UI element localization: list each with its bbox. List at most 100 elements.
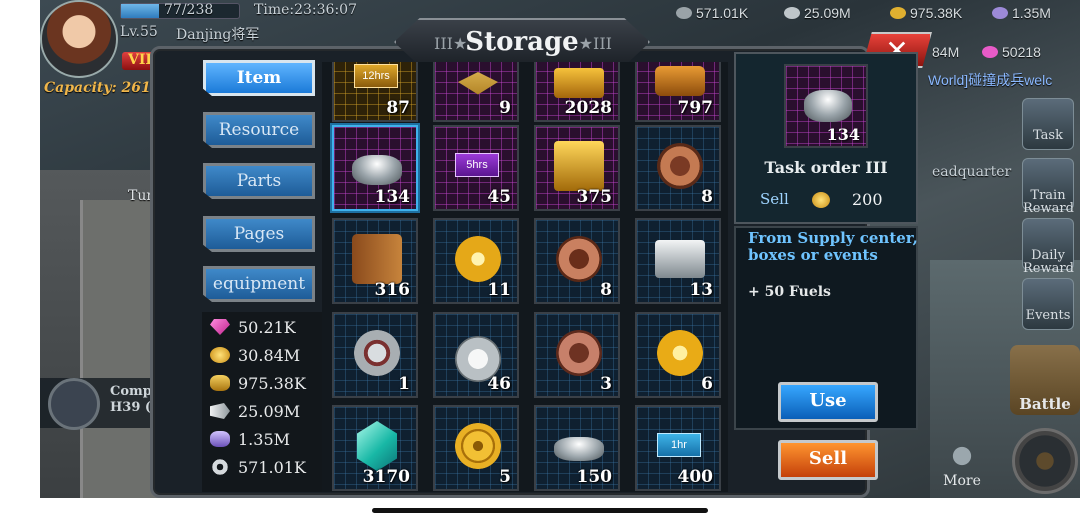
speedup-5hrs-icon: 5hrs: [455, 153, 499, 177]
tab-resource[interactable]: Resource: [203, 112, 315, 148]
item-quantity: 400: [677, 467, 714, 487]
more-button[interactable]: More: [932, 435, 992, 495]
battle-button[interactable]: Battle: [1010, 345, 1080, 415]
storage-title-bar: III★ Storage ★III: [394, 18, 650, 66]
item-quantity: 797: [677, 98, 714, 118]
gold-coins-icon: [210, 347, 230, 363]
item-slot[interactable]: 11: [433, 218, 519, 304]
silver-coins-icon: [352, 155, 402, 185]
diamond-icon: [982, 46, 998, 58]
item-slot[interactable]: 2028: [534, 62, 620, 122]
top-gear-resource: 571.01K: [676, 5, 748, 21]
book-icon: [352, 234, 402, 284]
item-quantity: 3170: [362, 467, 410, 487]
tab-equipment[interactable]: equipment: [203, 266, 315, 302]
item-quantity: 3: [600, 374, 612, 394]
item-slot[interactable]: 150: [534, 405, 620, 491]
top-partial-resource: 84M: [932, 44, 960, 60]
item-grid[interactable]: 12hrs 87 9 2028 797 134 5hrs 45 375 8 316 …: [322, 62, 728, 492]
task-button[interactable]: Task: [1022, 98, 1074, 150]
sell-price-label: Sell: [760, 190, 789, 208]
item-slot[interactable]: 13: [635, 218, 721, 304]
tab-pages[interactable]: Pages: [203, 216, 315, 252]
headquarter-label: eadquarter: [932, 164, 1012, 180]
item-quantity: 9: [499, 98, 511, 118]
item-quantity: 2028: [564, 98, 612, 118]
item-slot[interactable]: 8: [635, 125, 721, 211]
item-quantity: 316: [374, 280, 411, 300]
item-slot[interactable]: 9: [433, 62, 519, 122]
item-quantity: 11: [487, 280, 511, 300]
events-button[interactable]: Events: [1022, 278, 1074, 330]
item-slot[interactable]: 5hrs 45: [433, 125, 519, 211]
gold-target-medal-icon: [455, 423, 501, 469]
resource-gold-coins: 30.84M: [210, 346, 300, 372]
item-quantity: 87: [386, 98, 410, 118]
world-chat-line[interactable]: World]碰撞成兵welc: [928, 70, 1052, 90]
gold-lock-medal-icon: [657, 330, 703, 376]
wallet-icon: [655, 66, 705, 96]
server-time: Time:23:36:07: [254, 2, 357, 18]
resource-summary: 50.21K 30.84M 975.38K 25.09M 1.35M 571.0…: [202, 312, 322, 492]
item-quantity: 5: [499, 467, 511, 487]
item-source-text: From Supply center, boxes or events: [748, 229, 918, 264]
item-quantity: 1: [398, 374, 410, 394]
blue-crystal-icon: [357, 421, 397, 471]
item-slot[interactable]: 6: [635, 312, 721, 398]
item-slot-selected[interactable]: 134: [332, 125, 418, 211]
item-quantity: 45: [487, 187, 511, 207]
train-reward-button[interactable]: Train Reward: [1022, 158, 1074, 215]
item-slot[interactable]: 1hr 400: [635, 405, 721, 491]
item-slot[interactable]: 46: [433, 312, 519, 398]
item-quantity: 6: [701, 374, 713, 394]
selected-item-name: Task order III: [764, 158, 888, 177]
speedup-1hr-icon: 1hr: [657, 433, 701, 457]
resource-diamonds: 50.21K: [210, 318, 296, 344]
trophy-card-icon: [554, 141, 604, 191]
player-avatar[interactable]: [40, 0, 118, 78]
helm-wheel-button[interactable]: [1012, 428, 1078, 494]
item-slot[interactable]: 3: [534, 312, 620, 398]
item-quantity: 375: [576, 187, 613, 207]
daily-reward-button[interactable]: Daily Reward: [1022, 218, 1074, 275]
silver-medal-icon: [354, 330, 400, 376]
use-button[interactable]: Use: [778, 382, 878, 422]
item-quantity: 46: [487, 374, 511, 394]
silver-coins-icon: [804, 90, 852, 122]
resource-ammo: 25.09M: [210, 402, 300, 428]
item-quantity: 13: [689, 280, 713, 300]
top-ammo-resource: 25.09M: [784, 5, 851, 21]
sell-button[interactable]: Sell: [778, 440, 878, 480]
player-name[interactable]: Danjing将军: [176, 24, 259, 44]
helm-medal-icon: [657, 143, 703, 189]
item-slot[interactable]: 375: [534, 125, 620, 211]
top-crystal-resource: 1.35M: [992, 5, 1051, 21]
gear-icon: [210, 459, 230, 475]
gold-bar-icon: [210, 375, 230, 391]
item-quantity: 150: [576, 467, 613, 487]
gold-coins-icon: [812, 192, 830, 208]
item-quantity: 8: [600, 280, 612, 300]
tab-parts[interactable]: Parts: [203, 163, 315, 199]
screen: 77/238 Time:23:36:07 Lv.55 Danjing将军 VIP…: [0, 0, 1080, 520]
item-slot[interactable]: 1: [332, 312, 418, 398]
top-gold-resource: 975.38K: [890, 5, 962, 21]
treasure-chest-icon: [554, 68, 604, 98]
item-slot[interactable]: 12hrs 87: [332, 62, 418, 122]
item-slot[interactable]: 5: [433, 405, 519, 491]
item-slot[interactable]: 797: [635, 62, 721, 122]
home-indicator[interactable]: [372, 508, 708, 513]
item-slot[interactable]: 3170: [332, 405, 418, 491]
gold-bar-icon: [890, 7, 906, 19]
ammo-icon: [784, 7, 800, 19]
item-slot[interactable]: 8: [534, 218, 620, 304]
resource-gold-bars: 975.38K: [210, 374, 306, 400]
speedup-12hrs-icon: 12hrs: [354, 64, 398, 88]
crystal-icon: [992, 7, 1008, 19]
mission-icon: [48, 378, 100, 430]
item-slot[interactable]: 316: [332, 218, 418, 304]
tab-item[interactable]: Item: [203, 60, 315, 96]
energy-text: 77/238: [164, 2, 214, 18]
resource-parts: 571.01K: [210, 458, 306, 484]
item-quantity: 8: [701, 187, 713, 207]
